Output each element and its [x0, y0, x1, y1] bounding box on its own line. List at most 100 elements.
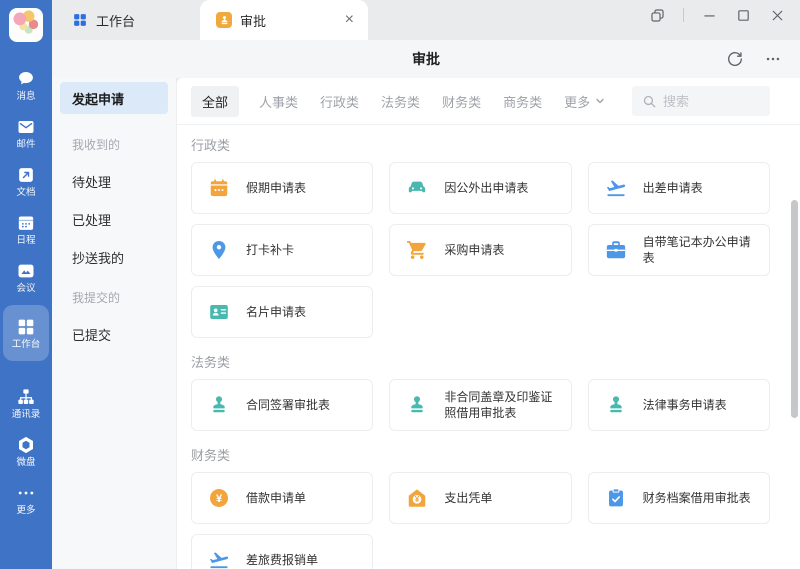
grid-icon: [16, 317, 36, 337]
search-icon: [642, 94, 657, 109]
form-card[interactable]: 因公外出申请表: [389, 162, 571, 214]
grid-icon: [72, 12, 88, 28]
plane-icon: [605, 177, 627, 199]
sidebar-item[interactable]: 待处理: [72, 172, 176, 191]
form-card[interactable]: 自带笔记本办公申请表: [588, 224, 770, 276]
form-card-label: 借款申请单: [246, 490, 306, 506]
chevron-down-icon: [595, 96, 605, 106]
chat-icon: [16, 69, 36, 89]
page-title: 审批: [52, 40, 800, 78]
rail-item-label: 通讯录: [12, 410, 41, 420]
rail-item-label: 日程: [17, 236, 36, 246]
form-card-label: 合同签署审批表: [246, 397, 330, 413]
sidebar-group-title: 我提交的: [72, 289, 176, 306]
coin-yen-icon: ¥: [208, 487, 230, 509]
tab-label: 工作台: [96, 11, 135, 30]
idcard-icon: [208, 301, 230, 323]
svg-text:¥: ¥: [216, 493, 223, 505]
rail-item-docs[interactable]: 文档: [3, 161, 49, 202]
calendar-icon: [208, 177, 230, 199]
form-card-label: 因公外出申请表: [444, 180, 528, 196]
stamp-icon: [605, 394, 627, 416]
form-card[interactable]: 合同签署审批表: [191, 379, 373, 431]
rail-item-label: 工作台: [12, 340, 41, 350]
filter-tab[interactable]: 行政类: [320, 92, 359, 111]
org-icon: [16, 387, 36, 407]
form-section: 行政类假期申请表因公外出申请表出差申请表打卡补卡采购申请表自带笔记本办公申请表名…: [191, 135, 770, 338]
scrollbar-thumb[interactable]: [791, 200, 798, 418]
form-card[interactable]: ¥ 支出凭单: [389, 472, 571, 524]
filter-tabs: 全部 人事类 行政类 法务类 财务类 商务类: [191, 86, 564, 117]
rail-item-messages[interactable]: 消息: [3, 65, 49, 106]
form-card[interactable]: 财务档案借用审批表: [588, 472, 770, 524]
rail-item-label: 文档: [17, 188, 36, 198]
cart-icon: [406, 239, 428, 261]
filter-tab[interactable]: 财务类: [442, 92, 481, 111]
left-rail: 消息邮件文档日程会议工作台通讯录微盘更多: [0, 0, 52, 569]
sidebar-groups: 我收到的待处理已处理抄送我的我提交的已提交: [52, 136, 176, 344]
rail-item-label: 微盘: [17, 458, 36, 468]
approval-stamp-icon: [216, 12, 232, 28]
overlap-windows-icon[interactable]: [649, 7, 666, 24]
window-controls: [649, 4, 786, 26]
close-tab-icon[interactable]: ×: [345, 12, 354, 28]
divider: [177, 124, 800, 125]
close-icon[interactable]: [769, 7, 786, 24]
filter-tab[interactable]: 全部: [191, 86, 239, 117]
rail-item-label: 会议: [17, 284, 36, 294]
form-sections: 行政类假期申请表因公外出申请表出差申请表打卡补卡采购申请表自带笔记本办公申请表名…: [191, 135, 770, 569]
form-card-label: 出差申请表: [643, 180, 703, 196]
app-window: 消息邮件文档日程会议工作台通讯录微盘更多 工作台 审批 × 审批 发: [0, 0, 800, 569]
form-card-label: 采购申请表: [444, 242, 504, 258]
form-card[interactable]: 出差申请表: [588, 162, 770, 214]
rail-item-drive[interactable]: 微盘: [3, 431, 49, 472]
tab-workbench[interactable]: 工作台: [72, 0, 135, 40]
tab-approval[interactable]: 审批 ×: [200, 0, 368, 40]
form-card-label: 假期申请表: [246, 180, 306, 196]
form-card[interactable]: 名片申请表: [191, 286, 373, 338]
form-card-label: 打卡补卡: [246, 242, 294, 258]
filter-bar: 全部 人事类 行政类 法务类 财务类 商务类 更多: [191, 86, 770, 116]
plane-icon: [208, 549, 230, 569]
rail-item-contacts[interactable]: 通讯录: [3, 383, 49, 424]
sidebar-item[interactable]: 已提交: [72, 325, 176, 344]
form-card[interactable]: 打卡补卡: [191, 224, 373, 276]
rail-item-label: 更多: [17, 506, 36, 516]
refresh-icon[interactable]: [726, 50, 744, 68]
form-card[interactable]: 法律事务申请表: [588, 379, 770, 431]
rail-item-mail[interactable]: 邮件: [3, 113, 49, 154]
filter-tab[interactable]: 法务类: [381, 92, 420, 111]
form-card-label: 财务档案借用审批表: [643, 490, 751, 506]
form-card[interactable]: ¥ 借款申请单: [191, 472, 373, 524]
filter-tab[interactable]: 商务类: [503, 92, 542, 111]
more-options-icon[interactable]: [764, 50, 782, 68]
sidebar-item[interactable]: 已处理: [72, 210, 176, 229]
filter-tab[interactable]: 人事类: [259, 92, 298, 111]
titlebar: 工作台 审批 ×: [52, 0, 800, 40]
stamp-icon: [406, 394, 428, 416]
minimize-icon[interactable]: [701, 7, 718, 24]
rail-item-meeting[interactable]: 会议: [3, 257, 49, 298]
page-header: 审批: [52, 40, 800, 78]
form-card-label: 支出凭单: [444, 490, 492, 506]
svg-text:¥: ¥: [415, 495, 420, 504]
filter-more[interactable]: 更多: [564, 92, 605, 111]
maximize-icon[interactable]: [735, 7, 752, 24]
create-request-button[interactable]: 发起申请: [60, 82, 168, 114]
form-card[interactable]: 非合同盖章及印鉴证照借用审批表: [389, 379, 571, 431]
pin-icon: [208, 239, 230, 261]
clipboard-check-icon: [605, 487, 627, 509]
rail-item-more[interactable]: 更多: [3, 479, 49, 520]
search-box[interactable]: [632, 86, 770, 116]
rail-item-schedule[interactable]: 日程: [3, 209, 49, 250]
rail-item-workbench[interactable]: 工作台: [3, 305, 49, 361]
form-card[interactable]: 差旅费报销单: [191, 534, 373, 569]
meeting-icon: [16, 261, 36, 281]
rail-items: 消息邮件文档日程会议工作台通讯录微盘更多: [0, 58, 52, 520]
user-avatar[interactable]: [9, 8, 43, 42]
form-card[interactable]: 假期申请表: [191, 162, 373, 214]
divider: [683, 8, 684, 22]
form-card[interactable]: 采购申请表: [389, 224, 571, 276]
sidebar-item[interactable]: 抄送我的: [72, 248, 176, 267]
search-input[interactable]: [663, 94, 760, 109]
